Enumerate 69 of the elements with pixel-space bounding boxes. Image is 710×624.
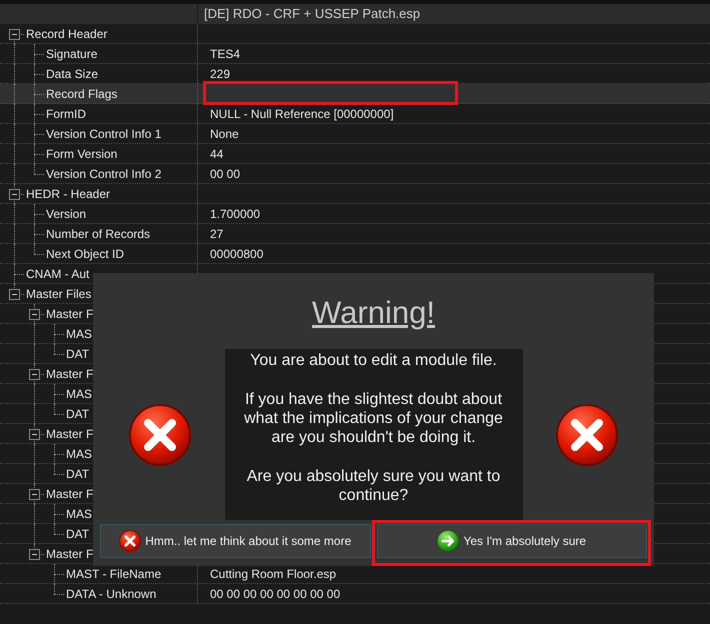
tree-label: DAT <box>66 406 90 422</box>
tree-label: CNAM - Aut <box>26 266 90 282</box>
collapse-icon[interactable] <box>9 288 20 300</box>
tree-value: 00 00 00 00 00 00 00 00 <box>209 586 340 603</box>
tree-value: None <box>209 126 239 143</box>
tree-value: 229 <box>209 66 230 83</box>
confirm-button[interactable]: Yes I'm absolutely sure <box>376 524 647 558</box>
collapse-icon[interactable] <box>29 368 40 380</box>
tree-label: DATA - Unknown <box>66 586 156 602</box>
tree-value: 1.700000 <box>209 206 260 223</box>
tree-value: TES4 <box>209 46 240 63</box>
tree-value: 27 <box>209 226 224 243</box>
error-icon <box>128 402 192 466</box>
tree-row[interactable]: Next Object ID 00000800 <box>0 244 710 264</box>
message-text: You are about to edit a module file. <box>250 351 497 370</box>
tree-label: Master F <box>46 486 94 502</box>
tree-label: DAT <box>66 526 90 542</box>
tree-label: Signature <box>46 46 98 62</box>
collapse-icon[interactable] <box>9 28 20 40</box>
tree-row[interactable]: Form Version 44 <box>0 144 710 164</box>
tree-row[interactable]: Version Control Info 1 None <box>0 124 710 144</box>
cancel-button[interactable]: Hmm.. let me think about it some more <box>100 524 370 558</box>
tree-label: MAST - FileName <box>66 566 162 582</box>
tree-value: NULL - Null Reference [00000000] <box>209 106 394 123</box>
tree-label: MAS <box>66 506 92 522</box>
collapse-icon[interactable] <box>29 308 40 320</box>
tree-row[interactable]: Version Control Info 2 00 00 <box>0 164 710 184</box>
tree-label: Master F <box>46 366 94 382</box>
dialog-title: Warning! <box>312 295 435 332</box>
message-text: Are you absolutely sure you want to continue? <box>246 467 502 505</box>
tree-value: 44 <box>209 146 224 163</box>
tree-row[interactable]: HEDR - Header <box>0 184 710 204</box>
error-icon <box>119 530 142 552</box>
tree-label: MAS <box>66 326 92 342</box>
tree-row[interactable]: Number of Records 27 <box>0 224 710 244</box>
tree-label: Version Control Info 1 <box>46 126 162 142</box>
tree-row[interactable]: Record Header <box>0 24 710 44</box>
tree-label: Record Header <box>26 26 108 42</box>
tree-label: Version Control Info 2 <box>46 166 162 182</box>
tree-label: DAT <box>66 466 90 482</box>
tree-value: 00 00 <box>209 166 240 183</box>
tree-row[interactable]: Version 1.700000 <box>0 204 710 224</box>
tree-label: MAS <box>66 446 92 462</box>
tree-row[interactable]: Signature TES4 <box>0 44 710 64</box>
tree-row[interactable]: FormID NULL - Null Reference [00000000] <box>0 104 710 124</box>
collapse-icon[interactable] <box>29 548 40 560</box>
tree-label: Next Object ID <box>46 246 124 262</box>
tree-label: HEDR - Header <box>26 186 110 202</box>
tree-label: FormID <box>46 106 86 122</box>
tree-row[interactable]: Record Flags <box>0 84 710 104</box>
tree-label: Master F <box>46 306 94 322</box>
tree-label: Form Version <box>46 146 118 162</box>
message-text: If you have the slightest doubt about what the implications of your change are you shouldn't be doing it. <box>243 390 504 447</box>
tree-label: Number of Records <box>46 226 150 242</box>
tree-label: Version <box>46 206 86 222</box>
collapse-icon[interactable] <box>29 428 40 440</box>
tree-label: Master Files <box>26 286 92 302</box>
error-icon <box>555 402 619 466</box>
tree-row[interactable]: DATA - Unknown 00 00 00 00 00 00 00 00 <box>0 584 710 604</box>
tree-label: MAS <box>66 386 92 402</box>
tree-label: Master F <box>46 546 94 562</box>
tree-label: Master F <box>46 426 94 442</box>
tree-value: Cutting Room Floor.esp <box>209 566 336 583</box>
collapse-icon[interactable] <box>29 488 40 500</box>
collapse-icon[interactable] <box>9 188 20 200</box>
tree-label: Record Flags <box>46 86 118 102</box>
tree-label: DAT <box>66 346 90 362</box>
tree-value: 00000800 <box>209 246 264 263</box>
tree-label: Data Size <box>46 66 98 82</box>
